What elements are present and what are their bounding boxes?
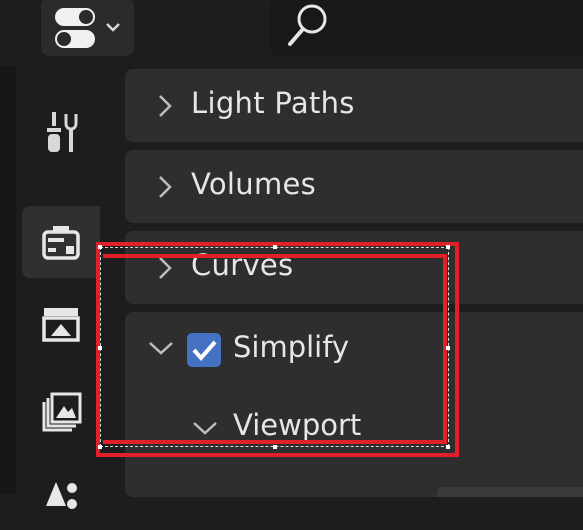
selection-inner-outline — [103, 254, 447, 444]
resize-handle[interactable] — [98, 445, 102, 449]
tab-view-layer[interactable] — [22, 376, 100, 448]
resize-handle[interactable] — [98, 346, 102, 350]
resize-handle[interactable] — [273, 245, 277, 249]
output-icon — [42, 308, 80, 342]
chevron-right-icon — [159, 95, 172, 117]
resize-handle[interactable] — [98, 245, 102, 249]
resize-handle[interactable] — [446, 245, 450, 249]
panel-label: Light Paths — [191, 86, 355, 120]
tab-tool[interactable] — [22, 96, 100, 168]
resize-handle[interactable] — [446, 445, 450, 449]
chevron-right-icon — [159, 176, 172, 198]
scene-icon — [46, 482, 77, 509]
properties-editor-icon — [55, 8, 120, 48]
panel-label: Volumes — [191, 167, 317, 201]
search-icon — [288, 4, 327, 46]
panel-volumes[interactable]: Volumes — [125, 150, 583, 223]
tool-icon — [47, 112, 78, 152]
properties-tab-bar — [0, 66, 100, 509]
tab-output[interactable] — [22, 288, 100, 360]
resize-handle[interactable] — [273, 445, 277, 449]
view-layer-icon — [42, 392, 82, 432]
search-input[interactable] — [270, 0, 583, 56]
properties-header — [0, 0, 583, 66]
resize-handle[interactable] — [446, 346, 450, 350]
tab-render[interactable] — [22, 206, 100, 278]
panel-light-paths[interactable]: Light Paths — [125, 69, 583, 142]
render-icon — [42, 226, 80, 260]
chevron-down-icon — [106, 23, 120, 32]
region-edge — [0, 66, 16, 494]
editor-type-button[interactable] — [41, 0, 134, 56]
tab-scene[interactable] — [22, 458, 100, 530]
scrollbar-thumb[interactable] — [437, 487, 583, 497]
